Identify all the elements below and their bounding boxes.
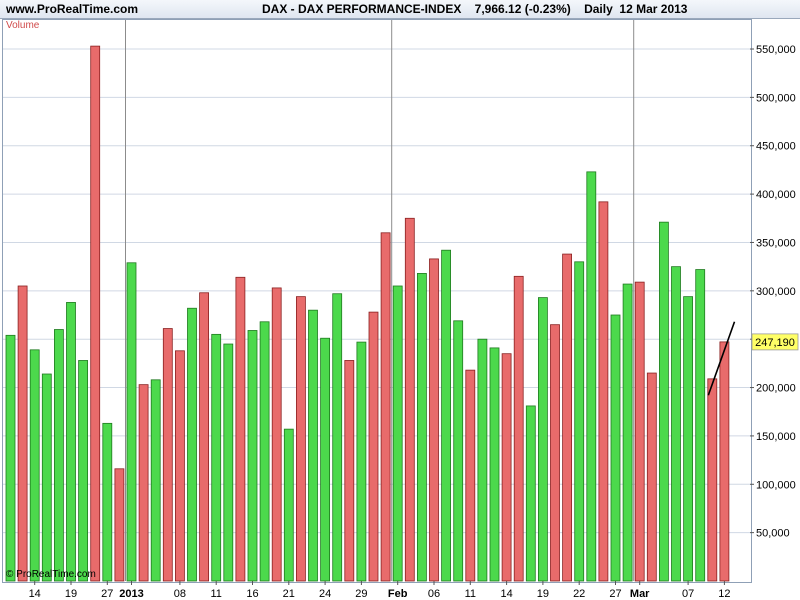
x-tick-label: 22 — [573, 588, 585, 600]
volume-bar-up — [392, 285, 403, 582]
volume-bar-down — [199, 292, 210, 582]
volume-bar-up — [574, 261, 585, 582]
x-tick-label: 2013 — [119, 588, 143, 600]
volume-bar-down — [719, 341, 730, 582]
volume-bar-down — [368, 311, 379, 582]
x-tick-label: 08 — [174, 588, 186, 600]
volume-bar-down — [404, 217, 415, 582]
volume-chart[interactable]: 50,000100,000150,000200,000250,000300,00… — [0, 0, 800, 600]
volume-bar-up — [66, 302, 76, 582]
y-tick-label: 500,000 — [756, 92, 796, 104]
volume-bar-up — [538, 297, 548, 582]
y-tick-label: 350,000 — [756, 237, 796, 249]
volume-bar-down — [550, 324, 560, 582]
volume-bar-up — [441, 249, 452, 582]
y-tick-label: 200,000 — [756, 383, 796, 395]
volume-bar-up — [610, 314, 621, 582]
x-tick-label: 14 — [500, 588, 512, 600]
volume-bar-up — [586, 171, 597, 582]
y-tick-label: 150,000 — [756, 431, 796, 443]
x-tick-label: 16 — [246, 588, 258, 600]
volume-bar-up — [695, 269, 706, 582]
volume-bar-up — [5, 334, 16, 582]
volume-bar-up — [102, 422, 113, 582]
volume-bar-down — [344, 360, 355, 582]
volume-bar-up — [308, 309, 318, 582]
volume-bar-down — [162, 328, 173, 582]
x-tick-label: 27 — [609, 588, 621, 600]
volume-bar-up — [223, 343, 234, 582]
volume-bar-up — [320, 337, 331, 582]
volume-bar-up — [332, 293, 343, 582]
x-axis: 14 19 27 2013 08 11 16 21 24 29 Feb 06 11 14 19 22 27 Mar… — [29, 581, 731, 600]
copyright-text: © ProRealTime.com — [6, 569, 96, 580]
bars-layer — [5, 45, 730, 582]
volume-bar-up — [247, 330, 258, 582]
volume-bar-up — [659, 221, 669, 582]
volume-bar-up — [126, 262, 137, 582]
volume-bar-up — [187, 307, 197, 582]
volume-bar-up — [211, 333, 222, 582]
y-tick-label: 50,000 — [756, 528, 790, 540]
x-tick-label: 12 — [718, 588, 730, 600]
volume-bar-down — [562, 253, 572, 582]
volume-bar-down — [513, 275, 524, 582]
x-tick-label: 14 — [29, 588, 41, 600]
x-tick-label: 27 — [101, 588, 113, 600]
volume-bar-down — [235, 276, 246, 582]
y-tick-label: 400,000 — [756, 189, 796, 201]
x-tick-label: 07 — [682, 588, 694, 600]
volume-bar-up — [41, 373, 52, 582]
volume-bar-down — [501, 353, 512, 582]
current-value-label: 247,190 — [755, 337, 795, 349]
volume-bar-up — [683, 296, 693, 582]
volume-bar-down — [271, 287, 282, 582]
x-tick-label: Feb — [388, 588, 408, 600]
volume-bar-up — [622, 283, 633, 582]
volume-bar-up — [671, 266, 681, 582]
volume-bar-up — [150, 379, 161, 582]
volume-bar-up — [29, 349, 40, 582]
volume-bar-down — [295, 296, 306, 582]
y-tick-label: 300,000 — [756, 286, 796, 298]
x-tick-label: 24 — [319, 588, 331, 600]
x-tick-label: Mar — [630, 588, 650, 600]
volume-bar-down — [634, 281, 645, 582]
volume-bar-down — [174, 350, 185, 582]
volume-bar-up — [489, 347, 500, 582]
volume-bar-down — [598, 201, 609, 582]
volume-bar-down — [646, 372, 657, 582]
volume-bar-up — [453, 320, 464, 582]
volume-bar-up — [54, 329, 64, 582]
volume-bar-down — [138, 384, 149, 582]
x-tick-label: 06 — [428, 588, 440, 600]
volume-bar-down — [465, 369, 476, 582]
volume-bar-up — [78, 360, 88, 582]
volume-bar-down — [114, 468, 125, 582]
y-axis: 50,000100,000150,000200,000250,000300,00… — [750, 44, 796, 540]
volume-bar-up — [259, 321, 270, 582]
x-tick-label: 29 — [355, 588, 367, 600]
y-tick-label: 550,000 — [756, 44, 796, 56]
x-tick-label: 19 — [537, 588, 549, 600]
volume-bar-up — [356, 341, 367, 582]
volume-bar-up — [477, 338, 488, 582]
y-tick-label: 100,000 — [756, 479, 796, 491]
indicator-label: Volume — [6, 20, 40, 31]
x-tick-label: 21 — [283, 588, 295, 600]
volume-bar-down — [17, 285, 28, 582]
volume-bar-up — [525, 405, 536, 582]
volume-bar-up — [283, 428, 294, 582]
volume-bar-down — [380, 232, 391, 582]
x-tick-label: 19 — [65, 588, 77, 600]
volume-bar-up — [416, 273, 427, 582]
y-tick-label: 450,000 — [756, 141, 796, 153]
volume-bar-down — [90, 45, 101, 582]
volume-bar-down — [707, 378, 718, 582]
x-tick-label: 11 — [465, 588, 476, 600]
x-tick-label: 11 — [210, 588, 221, 600]
volume-bar-down — [429, 258, 439, 582]
